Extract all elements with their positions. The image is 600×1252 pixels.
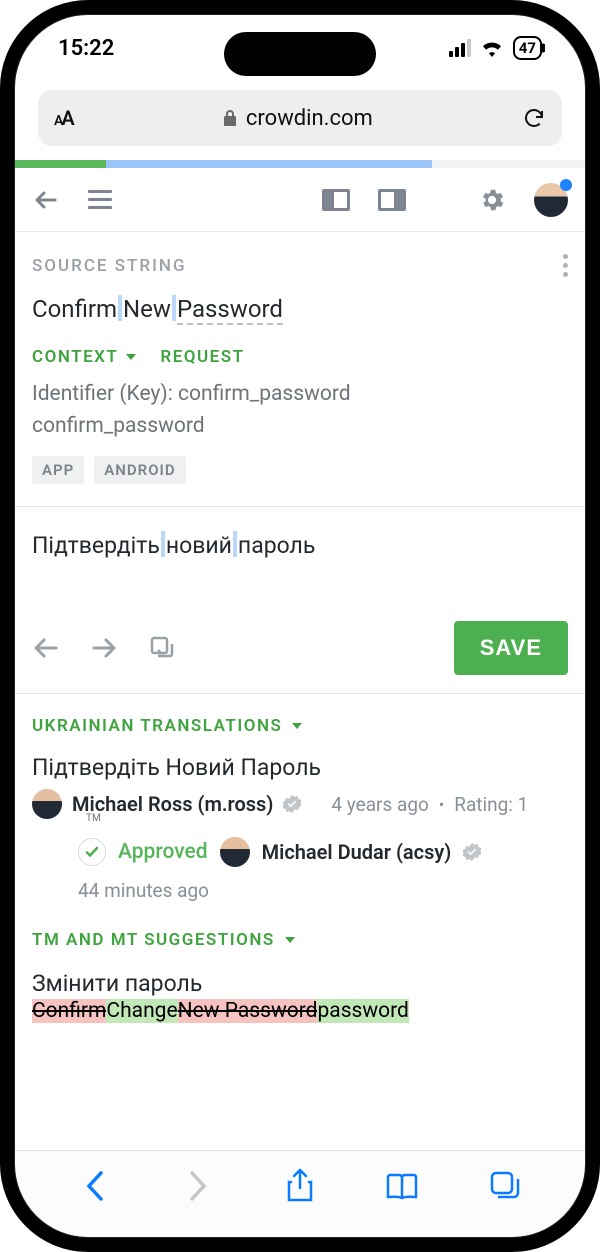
tag-android[interactable]: ANDROID bbox=[94, 456, 185, 484]
separator-dot: • bbox=[439, 795, 444, 814]
request-link[interactable]: REQUEST bbox=[160, 347, 244, 367]
tm-section-dropdown[interactable]: TM AND MT SUGGESTIONS bbox=[14, 908, 586, 960]
tm-diff-line: ConfirmChange New Passwordpassword bbox=[14, 997, 586, 1023]
save-button[interactable]: SAVE bbox=[454, 621, 568, 675]
source-string-text[interactable]: ConfirmNewPassword bbox=[14, 287, 586, 327]
settings-button[interactable] bbox=[478, 186, 506, 214]
translation-word: Підтвердіть bbox=[32, 532, 160, 559]
translation-rating: Rating: 1 bbox=[454, 793, 528, 816]
source-word: New bbox=[123, 295, 171, 323]
translation-input[interactable]: Підтвердітьновийпароль bbox=[14, 507, 586, 569]
safari-url-bar[interactable]: AA crowdin.com bbox=[38, 90, 562, 146]
progress-bar bbox=[14, 160, 586, 168]
safari-tabs-button[interactable] bbox=[487, 1168, 523, 1204]
cellular-signal-icon bbox=[449, 39, 471, 57]
diff-segment: password bbox=[317, 999, 408, 1023]
approved-label: Approved bbox=[118, 840, 208, 864]
lock-icon bbox=[222, 109, 238, 127]
source-string-heading: SOURCE STRING bbox=[32, 256, 187, 276]
diff-segment: Change bbox=[106, 999, 177, 1023]
back-button[interactable] bbox=[32, 186, 60, 214]
battery-icon: 47 bbox=[513, 36, 542, 60]
translation-text: Підтвердіть Новий Пароль bbox=[32, 754, 568, 781]
source-word: Password bbox=[177, 295, 283, 325]
translation-time: 4 years ago bbox=[331, 793, 428, 816]
more-options-button[interactable] bbox=[563, 254, 568, 277]
user-avatar[interactable] bbox=[534, 183, 568, 217]
safari-bottom-toolbar bbox=[14, 1150, 586, 1238]
verified-icon bbox=[463, 843, 481, 861]
source-word: Confirm bbox=[32, 295, 117, 323]
approver-avatar-icon bbox=[220, 837, 250, 867]
reader-mode-button[interactable]: AA bbox=[54, 106, 73, 130]
identifier-value: confirm_password bbox=[14, 411, 586, 443]
approval-time: 44 minutes ago bbox=[14, 873, 586, 908]
approved-check-icon bbox=[78, 838, 106, 866]
menu-button[interactable] bbox=[88, 190, 112, 209]
identifier-line: Identifier (Key): confirm_password bbox=[14, 373, 586, 411]
panel-right-button[interactable] bbox=[378, 186, 406, 214]
translation-word: пароль bbox=[238, 532, 315, 559]
safari-share-button[interactable] bbox=[282, 1168, 318, 1204]
author-avatar-icon bbox=[32, 789, 62, 819]
app-toolbar bbox=[14, 168, 586, 232]
clock: 15:22 bbox=[58, 36, 114, 61]
translation-item[interactable]: Підтвердіть Новий Пароль TM Michael Ross… bbox=[14, 746, 586, 819]
copy-source-button[interactable] bbox=[148, 634, 176, 662]
next-string-button[interactable] bbox=[90, 634, 118, 662]
panel-left-button[interactable] bbox=[322, 186, 350, 214]
prev-string-button[interactable] bbox=[32, 634, 60, 662]
wifi-icon bbox=[480, 39, 504, 57]
chevron-down-icon bbox=[292, 723, 302, 729]
approver-name: Michael Dudar (acsy) bbox=[262, 840, 452, 864]
chevron-down-icon bbox=[285, 937, 295, 943]
diff-segment: New Password bbox=[178, 999, 318, 1023]
translations-section-dropdown[interactable]: UKRAINIAN TRANSLATIONS bbox=[14, 694, 586, 746]
verified-icon bbox=[283, 795, 301, 813]
safari-forward-button bbox=[180, 1168, 216, 1204]
tm-badge: TM bbox=[86, 813, 101, 824]
diff-segment: Confirm bbox=[32, 999, 106, 1023]
reload-icon[interactable] bbox=[522, 106, 546, 130]
tag-app[interactable]: APP bbox=[32, 456, 84, 484]
safari-back-button[interactable] bbox=[77, 1168, 113, 1204]
translation-author: Michael Ross (m.ross) bbox=[72, 792, 273, 816]
tm-suggestion-text[interactable]: Змінити пароль bbox=[14, 960, 586, 997]
chevron-down-icon bbox=[126, 354, 136, 360]
url-domain: crowdin.com bbox=[246, 106, 373, 131]
safari-bookmarks-button[interactable] bbox=[384, 1168, 420, 1204]
context-dropdown[interactable]: CONTEXT bbox=[32, 347, 136, 367]
translation-word: новий bbox=[166, 532, 232, 559]
notification-dot-icon bbox=[560, 179, 572, 191]
